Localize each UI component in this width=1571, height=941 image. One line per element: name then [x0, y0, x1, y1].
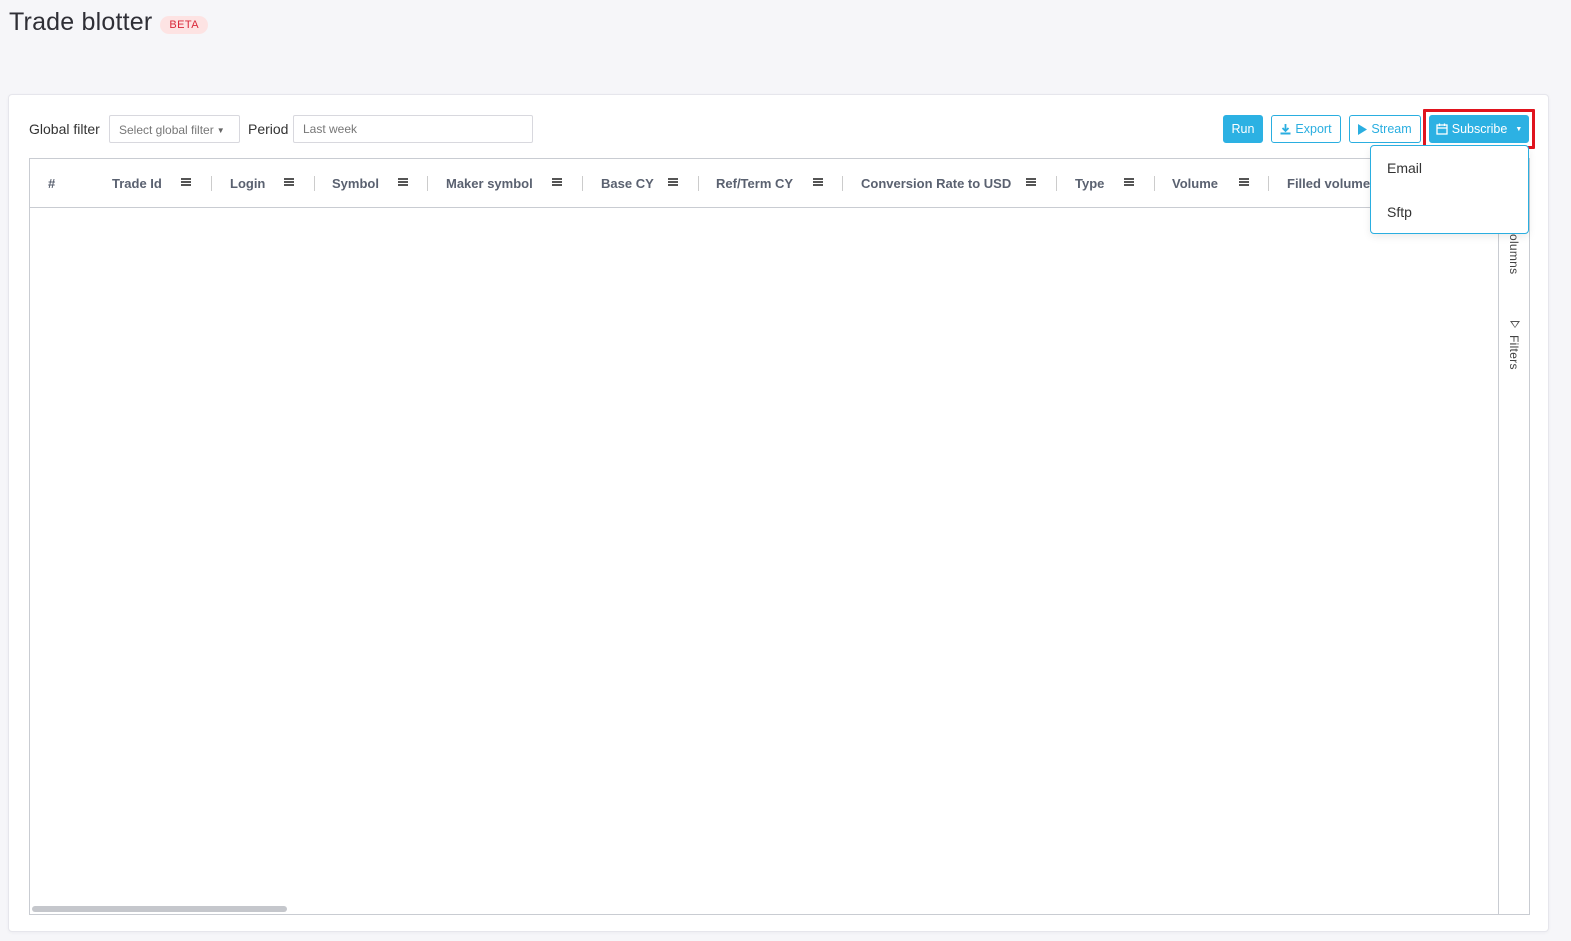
column-menu-icon[interactable] [668, 178, 678, 186]
menu-item-sftp[interactable]: Sftp [1387, 204, 1412, 220]
subscribe-button[interactable]: Subscribe ▼ [1429, 115, 1529, 143]
page-title: Trade blotter [9, 8, 153, 36]
period-label: Period [248, 121, 289, 137]
subscribe-button-label: Subscribe [1451, 122, 1508, 136]
caret-down-icon: ▼ [1515, 125, 1523, 133]
calendar-icon [1436, 123, 1448, 135]
column-header-volume[interactable]: Volume [1172, 159, 1218, 207]
download-icon [1280, 123, 1291, 134]
column-separator[interactable] [314, 176, 315, 191]
period-input[interactable] [293, 115, 533, 143]
report-card: Global filter Select global filter ▼ Per… [8, 94, 1549, 932]
column-header-filled-volume[interactable]: Filled volume [1287, 159, 1370, 207]
column-separator[interactable] [1268, 176, 1269, 191]
global-filter-select[interactable]: Select global filter ▼ [109, 115, 240, 143]
column-header-login[interactable]: Login [230, 159, 265, 207]
caret-down-icon: ▼ [216, 126, 225, 135]
filter-icon [1510, 321, 1520, 328]
column-header-maker-symbol[interactable]: Maker symbol [446, 159, 533, 207]
column-separator[interactable] [1056, 176, 1057, 191]
column-header-ref-term-cy[interactable]: Ref/Term CY [716, 159, 793, 207]
column-header-symbol[interactable]: Symbol [332, 159, 379, 207]
stream-button[interactable]: Stream [1349, 115, 1421, 143]
column-separator[interactable] [582, 176, 583, 191]
grid-header: # Trade Id Login Symbol Maker symbol Bas… [30, 159, 1499, 208]
column-header-base-cy[interactable]: Base CY [601, 159, 654, 207]
column-separator[interactable] [698, 176, 699, 191]
column-menu-icon[interactable] [284, 178, 294, 186]
column-separator[interactable] [1154, 176, 1155, 191]
column-menu-icon[interactable] [398, 178, 408, 186]
column-menu-icon[interactable] [181, 178, 191, 186]
column-header-index[interactable]: # [48, 159, 55, 207]
grid-side-panel: Columns Filters [1498, 159, 1529, 914]
column-menu-icon[interactable] [1124, 178, 1134, 186]
menu-item-email[interactable]: Email [1387, 160, 1422, 176]
column-menu-icon[interactable] [1239, 178, 1249, 186]
column-header-conversion-rate[interactable]: Conversion Rate to USD [861, 159, 1011, 207]
stream-button-label: Stream [1371, 122, 1412, 136]
column-header-type[interactable]: Type [1075, 159, 1104, 207]
column-separator[interactable] [211, 176, 212, 191]
run-button[interactable]: Run [1223, 115, 1263, 143]
run-button-label: Run [1231, 122, 1255, 136]
page-header: Trade blotter BETA [9, 8, 208, 37]
filters-tab[interactable]: Filters [1507, 335, 1521, 370]
column-menu-icon[interactable] [1026, 178, 1036, 186]
column-separator[interactable] [842, 176, 843, 191]
column-separator[interactable] [427, 176, 428, 191]
export-button[interactable]: Export [1271, 115, 1341, 143]
global-filter-placeholder: Select global filter [119, 123, 214, 137]
play-icon [1358, 123, 1368, 135]
beta-badge: BETA [160, 16, 208, 34]
toolbar: Global filter Select global filter ▼ Per… [29, 109, 1535, 149]
export-button-label: Export [1295, 122, 1332, 136]
subscribe-dropdown-menu: Email Sftp [1370, 145, 1529, 234]
column-menu-icon[interactable] [552, 178, 562, 186]
horizontal-scrollbar[interactable] [32, 906, 287, 912]
global-filter-label: Global filter [29, 121, 100, 137]
data-grid: # Trade Id Login Symbol Maker symbol Bas… [29, 158, 1530, 915]
column-menu-icon[interactable] [813, 178, 823, 186]
column-header-trade-id[interactable]: Trade Id [112, 159, 162, 207]
